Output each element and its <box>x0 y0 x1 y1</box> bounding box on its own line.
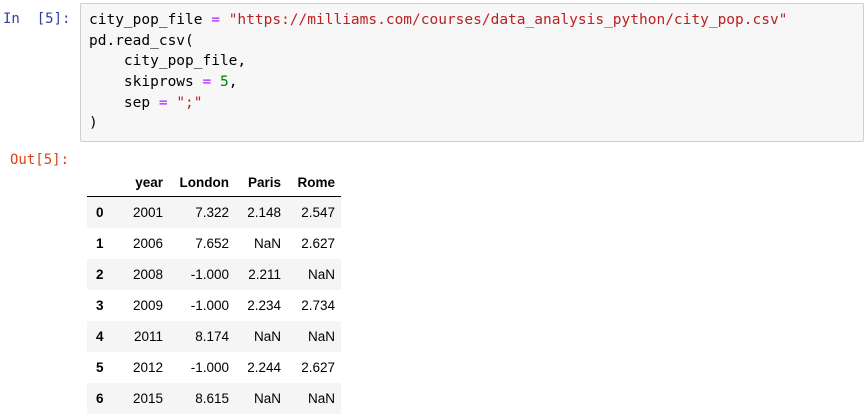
cell-rome: NaN <box>307 267 335 282</box>
cell-rome: 2.734 <box>301 298 335 313</box>
table-row: 4 2011 8.174 NaN NaN <box>87 321 341 352</box>
header-paris: Paris <box>235 168 287 197</box>
input-prompt: In [5]: <box>3 11 71 27</box>
table-row: 3 2009 -1.000 2.234 2.734 <box>87 290 341 321</box>
code-line-1: city_pop_file = "https://milliams.com/co… <box>89 10 787 31</box>
code-editor[interactable]: city_pop_file = "https://milliams.com/co… <box>80 3 864 142</box>
cell-year: 2008 <box>132 267 163 282</box>
code-comma: , <box>228 74 238 91</box>
code-operator: = <box>202 74 212 91</box>
cell-paris: 2.234 <box>247 298 281 313</box>
cell-year: 2012 <box>132 360 163 375</box>
table-body: 0 2001 7.322 2.148 2.547 1 2006 7.652 NaN 2.627 2 2… <box>87 196 341 414</box>
code-operator: = <box>211 12 220 28</box>
header-row: year London Paris Rome <box>87 168 341 197</box>
code-string: "https://milliams.com/courses/data_analy… <box>228 12 788 28</box>
table-row: 5 2012 -1.000 2.244 2.627 <box>87 352 341 383</box>
cell-london: 8.174 <box>195 329 229 344</box>
cell-london: 7.652 <box>195 236 229 251</box>
header-london: London <box>169 168 235 197</box>
cell-year: 2006 <box>132 236 163 251</box>
cell-london: -1.000 <box>190 267 229 282</box>
cell-paris: 2.148 <box>247 205 281 220</box>
table-row: 2 2008 -1.000 2.211 NaN <box>87 259 341 290</box>
cell-paris: NaN <box>253 236 281 251</box>
table-header: year London Paris Rome <box>87 168 341 197</box>
cell-paris: NaN <box>253 391 281 406</box>
code-line-2: pd.read_csv( <box>89 32 194 49</box>
row-index: 5 <box>96 360 104 375</box>
code-number: 5 <box>219 74 229 91</box>
cell-paris: 2.244 <box>247 360 281 375</box>
code-keyword-arg: skiprows <box>89 74 194 91</box>
cell-rome: 2.547 <box>301 205 335 220</box>
dataframe-table: year London Paris Rome 0 2001 7.322 2.148 2.… <box>87 168 341 414</box>
code-block[interactable]: city_pop_file = "https://milliams.com/co… <box>89 10 787 134</box>
code-keyword-arg: sep <box>89 94 151 111</box>
code-variable: city_pop_file <box>89 12 203 28</box>
table-row: 6 2015 8.615 NaN NaN <box>87 383 341 414</box>
cell-london: -1.000 <box>190 298 229 313</box>
code-line-4: skiprows = 5, <box>89 72 787 93</box>
cell-london: 8.615 <box>195 391 229 406</box>
row-index: 3 <box>96 298 104 313</box>
code-line-6: ) <box>89 115 98 132</box>
header-index <box>87 168 119 197</box>
code-string: ";" <box>176 94 203 111</box>
code-line-5: sep = ";" <box>89 93 787 114</box>
cell-rome: 2.627 <box>301 360 335 375</box>
cell-year: 2015 <box>132 391 163 406</box>
code-line-3: city_pop_file, <box>89 53 247 70</box>
cell-year: 2001 <box>132 205 163 220</box>
row-index: 2 <box>96 267 104 282</box>
cell-london: -1.000 <box>190 360 229 375</box>
cell-london: 7.322 <box>195 205 229 220</box>
code-operator: = <box>158 94 168 111</box>
cell-paris: NaN <box>253 329 281 344</box>
cell-rome: NaN <box>307 329 335 344</box>
row-index: 4 <box>96 329 104 344</box>
notebook-cell: In [5]: city_pop_file = "https://milliam… <box>0 0 866 417</box>
table-row: 1 2006 7.652 NaN 2.627 <box>87 228 341 259</box>
output-area: year London Paris Rome 0 2001 7.322 2.148 2.… <box>87 168 341 414</box>
cell-paris: 2.211 <box>248 267 281 282</box>
header-rome: Rome <box>287 168 341 197</box>
cell-rome: NaN <box>307 391 335 406</box>
table-row: 0 2001 7.322 2.148 2.547 <box>87 196 341 228</box>
cell-year: 2009 <box>132 298 163 313</box>
row-index: 1 <box>96 236 104 251</box>
cell-rome: 2.627 <box>301 236 335 251</box>
cell-year: 2011 <box>133 329 163 344</box>
output-prompt: Out[5]: <box>10 152 70 168</box>
header-year: year <box>119 168 169 197</box>
row-index: 0 <box>96 205 104 220</box>
row-index: 6 <box>96 391 104 406</box>
